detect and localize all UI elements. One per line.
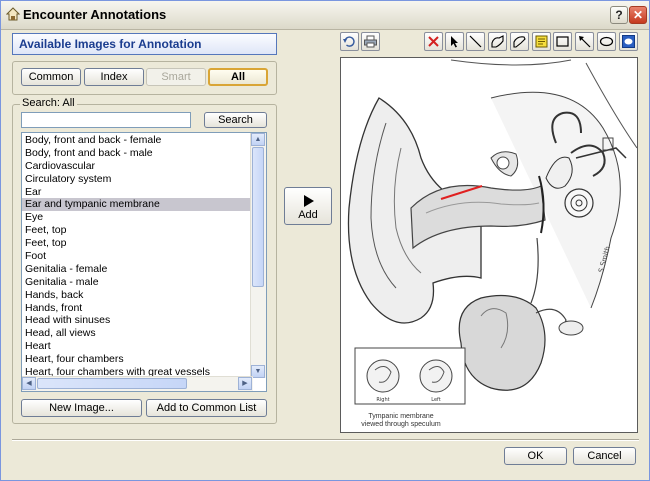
window-title: Encounter Annotations [23,7,167,22]
list-item[interactable]: Body, front and back - female [22,134,252,147]
list-item[interactable]: Feet, top [22,224,252,237]
list-item[interactable]: Ear and tympanic membrane [22,198,252,212]
search-button[interactable]: Search [204,112,267,128]
list-item[interactable]: Eye [22,211,252,224]
list-item[interactable]: Circulatory system [22,173,252,186]
list-item[interactable]: Genitalia - male [22,276,252,289]
scroll-left-icon[interactable]: ◀ [22,377,36,390]
select-pointer-icon [451,36,458,48]
ok-button[interactable]: OK [504,447,567,465]
ellipse-tool-button[interactable] [597,32,616,51]
help-button[interactable]: ? [610,6,628,24]
list-item[interactable]: Genitalia - female [22,263,252,276]
canvas-caption: Tympanic membrane viewed through speculu… [341,413,461,429]
inset-label-left: Left [431,397,440,403]
print-icon [364,35,377,48]
list-item[interactable]: Feet, top [22,237,252,250]
list-item[interactable]: Head, all views [22,327,252,340]
play-arrow-icon [304,195,314,207]
app-house-icon [6,7,20,21]
caption-line-1: Tympanic membrane [368,413,434,420]
scroll-right-icon[interactable]: ▶ [238,377,252,390]
add-button-label: Add [298,209,318,221]
vertical-scroll-thumb[interactable] [252,147,264,287]
close-button[interactable]: ✕ [629,6,647,24]
list-item[interactable]: Cardiovascular [22,160,252,173]
new-image-button[interactable]: New Image... [21,399,142,417]
horizontal-scroll-thumb[interactable] [37,378,187,389]
rectangle-tool-button[interactable] [553,32,572,51]
panel-title: Available Images for Annotation [12,33,277,55]
delete-icon [428,36,439,47]
arrow-icon [579,36,591,48]
fill-icon [622,35,635,48]
list-item[interactable]: Heart [22,340,252,353]
annotation-canvas[interactable]: S.Smith Right Left Tympanic membrane vie… [340,57,638,433]
cancel-button[interactable]: Cancel [573,447,636,465]
ear-anatomy-illustration: S.Smith Right Left [347,59,637,405]
horizontal-scrollbar[interactable]: ◀ ▶ [22,376,253,391]
title-bar: Encounter Annotations ? ✕ [1,1,649,30]
caption-line-2: viewed through speculum [361,421,441,428]
inset-label-right: Right [376,397,389,403]
list-item[interactable]: Hands, front [22,302,252,315]
freehand-icon [491,35,504,48]
freehand-tool-button[interactable] [488,32,507,51]
add-to-common-list-button[interactable]: Add to Common List [146,399,267,417]
scroll-down-icon[interactable]: ▼ [251,365,265,378]
search-input[interactable] [21,112,191,128]
text-note-tool-button[interactable] [532,32,551,51]
vertical-scrollbar[interactable]: ▲ ▼ [250,133,266,378]
search-legend: Search: All [20,97,77,109]
list-item[interactable]: Heart, four chambers [22,353,252,366]
list-item[interactable]: Head with sinuses [22,314,252,327]
tab-index[interactable]: Index [84,68,144,86]
scroll-up-icon[interactable]: ▲ [251,133,265,146]
tab-common[interactable]: Common [21,68,81,86]
tab-all[interactable]: All [208,68,268,86]
fill-tool-button[interactable] [619,32,638,51]
curve-icon [513,36,526,48]
refresh-icon [343,36,355,47]
delete-tool-button[interactable] [424,32,443,51]
curve-tool-button[interactable] [510,32,529,51]
line-icon [469,35,482,48]
footer-separator [12,439,639,441]
image-list-items: Body, front and back - female Body, front… [22,134,252,378]
text-note-icon [535,35,548,48]
rectangle-icon [556,36,569,47]
list-item[interactable]: Ear [22,186,252,199]
list-item[interactable]: Body, front and back - male [22,147,252,160]
add-button[interactable]: Add [284,187,332,225]
list-item[interactable]: Foot [22,250,252,263]
list-item[interactable]: Hands, back [22,289,252,302]
print-button[interactable] [361,32,380,51]
encounter-annotations-window: Encounter Annotations ? ✕ Available Imag… [0,0,650,481]
ellipse-icon [599,36,614,47]
line-tool-button[interactable] [466,32,485,51]
tab-smart: Smart [146,68,206,86]
image-list[interactable]: Body, front and back - female Body, front… [21,132,267,392]
select-tool-button[interactable] [445,32,464,51]
refresh-button[interactable] [340,32,359,51]
arrow-tool-button[interactable] [575,32,594,51]
